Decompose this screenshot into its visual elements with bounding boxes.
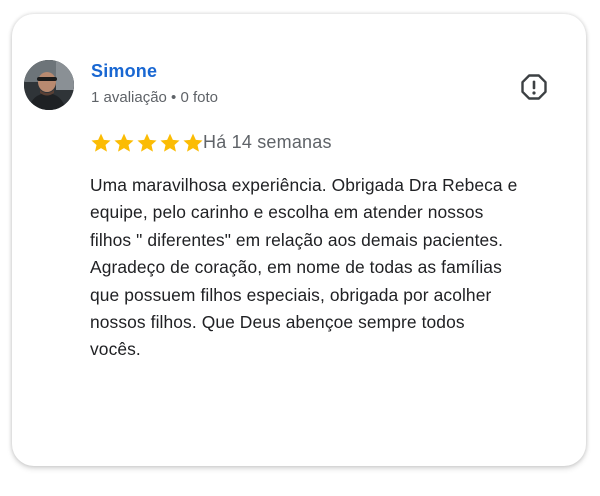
avatar[interactable] <box>24 60 74 110</box>
review-text: Uma maravilhosa experiência. Obrigada Dr… <box>90 175 518 360</box>
review-time: Há 14 semanas <box>203 132 332 152</box>
report-flag-icon[interactable] <box>520 73 548 101</box>
author-meta: 1 avaliação • 0 foto <box>91 89 219 106</box>
review-card: Simone 1 avaliação • 0 foto Há 14 semana… <box>12 14 586 466</box>
star-icon <box>183 133 203 152</box>
star-icon <box>91 133 111 152</box>
star-rating <box>90 132 204 154</box>
author-name[interactable]: Simone <box>91 61 157 82</box>
star-icon <box>137 133 157 152</box>
star-icon <box>114 133 134 152</box>
avatar-photo <box>24 60 74 110</box>
star-icon <box>160 133 180 152</box>
